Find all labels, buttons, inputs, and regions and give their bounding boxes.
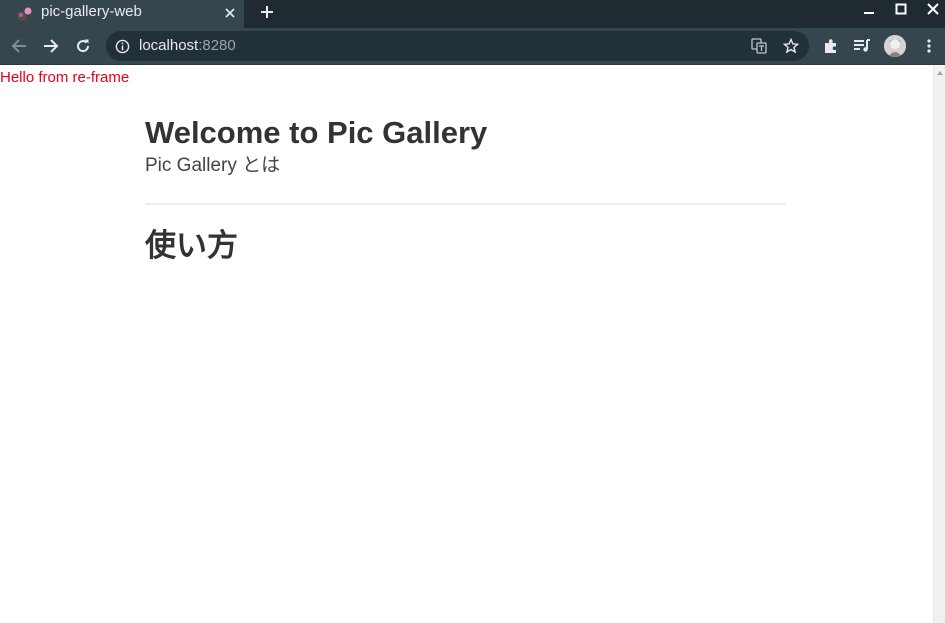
extensions-icon — [825, 39, 836, 53]
url-text[interactable]: localhost:8280 — [139, 37, 236, 55]
media-control-icon — [854, 39, 870, 52]
url-host: localhost — [139, 37, 199, 54]
avatar-icon — [884, 35, 906, 57]
scroll-up-arrow-icon[interactable] — [937, 71, 943, 75]
section-heading: 使い方 — [145, 228, 238, 263]
divider — [145, 203, 785, 205]
close-window-button[interactable] — [921, 0, 945, 18]
media-control-button[interactable] — [852, 36, 872, 56]
url-port: :8280 — [198, 37, 236, 54]
star-icon — [783, 38, 799, 54]
browser-tab[interactable]: pic-gallery-web — [0, 0, 244, 28]
close-icon — [225, 8, 235, 18]
minimize-button[interactable] — [857, 0, 881, 18]
page-title: Welcome to Pic Gallery — [145, 115, 488, 150]
plus-icon — [261, 6, 273, 18]
hello-message: Hello from re-frame — [0, 69, 130, 86]
extensions-button[interactable] — [821, 36, 841, 56]
maximize-icon — [895, 3, 907, 15]
close-icon — [927, 3, 939, 15]
reload-icon — [77, 39, 90, 53]
translate-icon — [751, 38, 767, 54]
back-button[interactable] — [9, 36, 29, 56]
minimize-icon — [864, 12, 874, 14]
close-tab-button[interactable] — [222, 5, 238, 21]
page-viewport: Hello from re-frame Welcome to Pic Galle… — [0, 66, 933, 623]
address-bar[interactable]: localhost:8280 — [106, 31, 809, 61]
profile-avatar[interactable] — [884, 35, 906, 57]
tab-title: pic-gallery-web — [41, 3, 142, 20]
reload-button[interactable] — [73, 36, 93, 56]
forward-button[interactable] — [41, 36, 61, 56]
translate-button[interactable] — [751, 38, 767, 54]
maximize-button[interactable] — [889, 0, 913, 18]
new-tab-button[interactable] — [258, 3, 276, 21]
forward-icon — [44, 39, 59, 53]
menu-button[interactable] — [919, 36, 939, 56]
bookmark-button[interactable] — [783, 38, 799, 54]
window-titlebar: pic-gallery-web — [0, 0, 945, 28]
back-icon — [11, 39, 26, 53]
browser-toolbar: localhost:8280 — [0, 28, 945, 65]
more-vert-icon — [927, 39, 931, 53]
info-icon[interactable] — [115, 39, 130, 54]
vertical-scrollbar[interactable] — [933, 66, 945, 623]
page-subtitle: Pic Gallery とは — [145, 155, 281, 176]
favicon-icon — [17, 7, 32, 21]
